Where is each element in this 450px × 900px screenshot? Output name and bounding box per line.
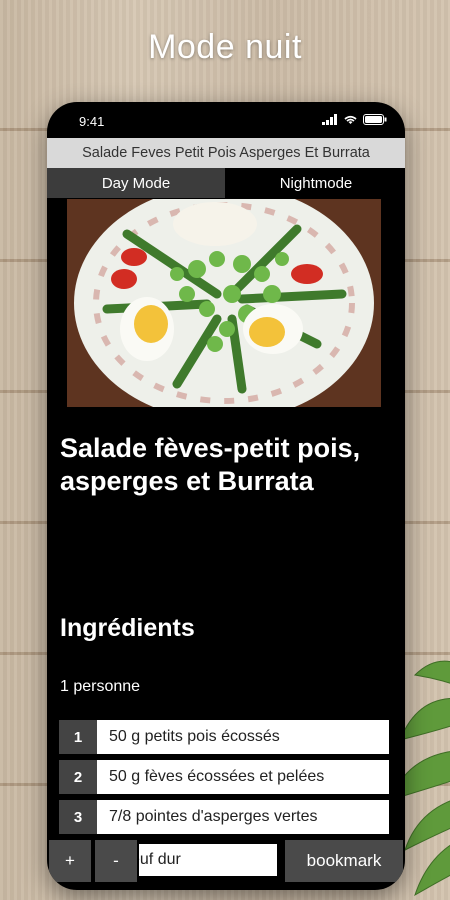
signal-icon (322, 114, 337, 125)
status-time: 9:41 (79, 114, 105, 129)
system-icons (322, 114, 387, 125)
recipe-title-bar: Salade Feves Petit Pois Asperges Et Burr… (47, 138, 405, 168)
ingredient-row: 2 50 g fèves écossées et pelées (59, 760, 389, 794)
page-headline: Mode nuit (148, 28, 302, 66)
increase-servings-button[interactable]: + (49, 840, 91, 882)
mode-tabs: Day Mode Nightmode (47, 168, 405, 198)
ingredients-list: 1 50 g petits pois écossés 2 50 g fèves … (59, 720, 389, 840)
bottom-toolbar: euf dur + - bookmark (47, 840, 405, 884)
ingredient-text: 7/8 pointes d'asperges vertes (97, 800, 389, 834)
status-bar: 9:41 (47, 102, 405, 138)
ingredient-text: 50 g petits pois écossés (97, 720, 389, 754)
ingredient-text-partial: euf dur (139, 844, 277, 876)
ingredient-text: 50 g fèves écossées et pelées (97, 760, 389, 794)
tab-day-mode[interactable]: Day Mode (47, 168, 227, 198)
phone-notch (137, 102, 315, 130)
ingredient-number: 1 (59, 720, 97, 754)
salad-plate-image (67, 199, 381, 407)
recipe-title: Salade fèves-petit pois, asperges et Bur… (60, 433, 361, 496)
recipe-photo (67, 199, 381, 407)
wifi-icon (344, 115, 357, 124)
tab-nightmode[interactable]: Nightmode (227, 168, 405, 198)
bookmark-button[interactable]: bookmark (285, 840, 403, 882)
ingredients-heading: Ingrédients (60, 614, 195, 642)
ingredient-number: 3 (59, 800, 97, 834)
ingredient-row: 3 7/8 pointes d'asperges vertes (59, 800, 389, 834)
battery-icon (363, 114, 387, 125)
ingredient-row: 1 50 g petits pois écossés (59, 720, 389, 754)
ingredient-number: 2 (59, 760, 97, 794)
partial-ingredient-text: euf dur (139, 851, 181, 868)
phone-frame: 9:41 Salade Feves Petit Pois Asperges Et… (47, 102, 405, 890)
servings-label: 1 personne (60, 678, 141, 695)
decrease-servings-button[interactable]: - (95, 840, 137, 882)
